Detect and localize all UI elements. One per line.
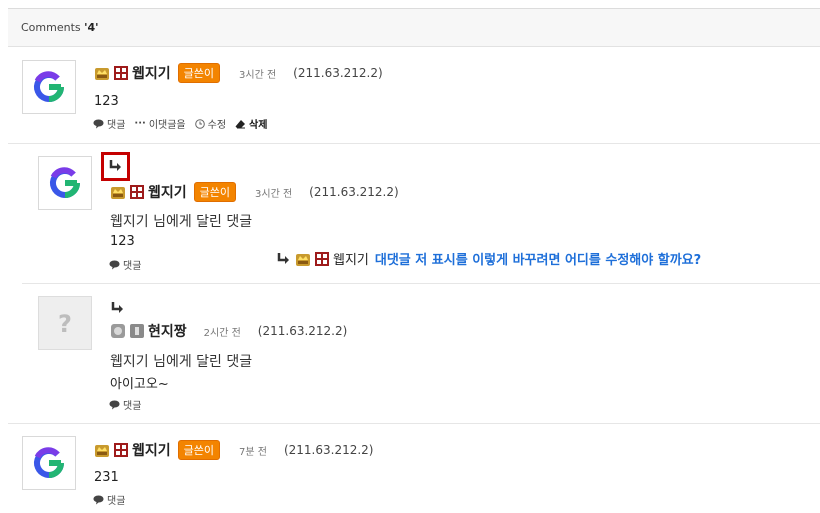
comment-1-nickname[interactable]: 웹지기 bbox=[132, 63, 171, 83]
reply-arrow-icon bbox=[109, 160, 121, 171]
question-avatar-icon: ? bbox=[58, 310, 72, 338]
reply-button[interactable]: 댓글 bbox=[107, 116, 125, 131]
comment-3-nickname[interactable]: 현지짱 bbox=[148, 321, 187, 341]
comment-4-ip: (211.63.212.2) bbox=[283, 443, 374, 457]
comment-3-content: 아이고오~ bbox=[110, 377, 169, 392]
comment-1-meta: 웹지기 글쓴이 3시간 전 (211.63.212.2) bbox=[94, 63, 383, 83]
comments-header bbox=[8, 9, 820, 47]
level-grid-icon bbox=[114, 66, 128, 80]
comment-2-ip: (211.63.212.2) bbox=[309, 185, 399, 199]
annotation-question: 대댓글 저 표시를 이렇게 바꾸려면 어디를 수정해야 할까요? bbox=[374, 253, 702, 268]
comment-4-nickname[interactable]: 웹지기 bbox=[132, 440, 171, 460]
comment-3-meta: 현지짱 2시간 전 (211.63.212.2) bbox=[110, 321, 347, 341]
author-badge: 글쓴이 bbox=[177, 63, 221, 83]
comment-2-actions: 댓글 bbox=[109, 257, 141, 272]
comment-2-time: 3시간 전 bbox=[255, 188, 293, 200]
avatar-google[interactable] bbox=[38, 156, 92, 210]
comment-3-ip: (211.63.212.2) bbox=[257, 324, 348, 338]
clock-icon bbox=[194, 118, 205, 129]
comment-1-ip: (211.63.212.2) bbox=[293, 66, 383, 80]
level-crown-icon bbox=[296, 253, 310, 266]
dots-icon: ··· bbox=[134, 118, 146, 129]
more-button[interactable]: 이댓글을 bbox=[149, 116, 186, 131]
reply-button[interactable]: 댓글 bbox=[107, 492, 125, 507]
google-g-logo-icon bbox=[34, 447, 64, 478]
level-crown-icon bbox=[95, 68, 109, 80]
comment-4-time: 7분 전 bbox=[239, 446, 267, 458]
comment-3-actions: 댓글 bbox=[109, 397, 141, 412]
comment-2-nickname[interactable]: 웹지기 bbox=[148, 182, 187, 202]
reply-arrow-icon bbox=[111, 302, 123, 313]
avatar-google[interactable] bbox=[22, 60, 76, 114]
comment-1-actions: 댓글 ··· 이댓글을 수정 삭제 bbox=[93, 116, 267, 131]
avatar-unknown[interactable]: ? bbox=[38, 296, 92, 350]
comment-2-reply-to: 웹지기 님에게 달린 댓글 bbox=[110, 214, 253, 230]
comments-header-title: Comments '4' bbox=[21, 21, 99, 34]
edit-button[interactable]: 수정 bbox=[208, 116, 226, 131]
comments-count: '4' bbox=[84, 21, 99, 34]
level-crown-icon bbox=[95, 445, 109, 457]
chat-bubble-icon bbox=[109, 260, 120, 269]
level-crown-icon bbox=[111, 187, 125, 199]
google-g-logo-icon bbox=[34, 71, 64, 102]
author-badge: 글쓴이 bbox=[177, 440, 221, 460]
level-grid-icon bbox=[315, 251, 329, 266]
comment-1-time: 3시간 전 bbox=[239, 69, 277, 81]
comment-4-meta: 웹지기 글쓴이 7분 전 (211.63.212.2) bbox=[94, 440, 374, 460]
comment-4-actions: 댓글 bbox=[93, 492, 125, 507]
reply-arrow-icon bbox=[277, 252, 289, 264]
divider bbox=[8, 143, 820, 144]
comment-3-reply-to: 웹지기 님에게 달린 댓글 bbox=[110, 354, 253, 370]
comment-4-content: 231 bbox=[94, 470, 119, 485]
reply-button[interactable]: 댓글 bbox=[123, 397, 141, 412]
chat-bubble-icon bbox=[109, 400, 120, 409]
author-badge: 글쓴이 bbox=[193, 182, 237, 202]
comment-3-time: 2시간 전 bbox=[203, 327, 241, 339]
divider bbox=[22, 283, 820, 284]
annotation: 웹지기 대댓글 저 표시를 이렇게 바꾸려면 어디를 수정해야 할까요? bbox=[276, 249, 701, 268]
level-gray-icon bbox=[130, 324, 144, 338]
level-grid-icon bbox=[114, 443, 128, 457]
comment-2-meta: 웹지기 글쓴이 3시간 전 (211.63.212.2) bbox=[110, 182, 399, 202]
annotation-nickname: 웹지기 bbox=[333, 253, 369, 268]
avatar-google[interactable] bbox=[22, 436, 76, 490]
chat-bubble-icon bbox=[93, 495, 104, 504]
divider bbox=[8, 423, 820, 424]
chat-bubble-icon bbox=[93, 119, 104, 128]
comment-1-content: 123 bbox=[94, 94, 119, 109]
svg-text:?: ? bbox=[58, 310, 72, 338]
level-gray-icon bbox=[111, 324, 125, 338]
comment-2-content: 123 bbox=[110, 234, 135, 249]
google-g-logo-icon bbox=[50, 167, 80, 198]
level-grid-icon bbox=[130, 185, 144, 199]
eraser-icon bbox=[235, 119, 246, 128]
delete-button[interactable]: 삭제 bbox=[249, 116, 267, 131]
reply-button[interactable]: 댓글 bbox=[123, 257, 141, 272]
